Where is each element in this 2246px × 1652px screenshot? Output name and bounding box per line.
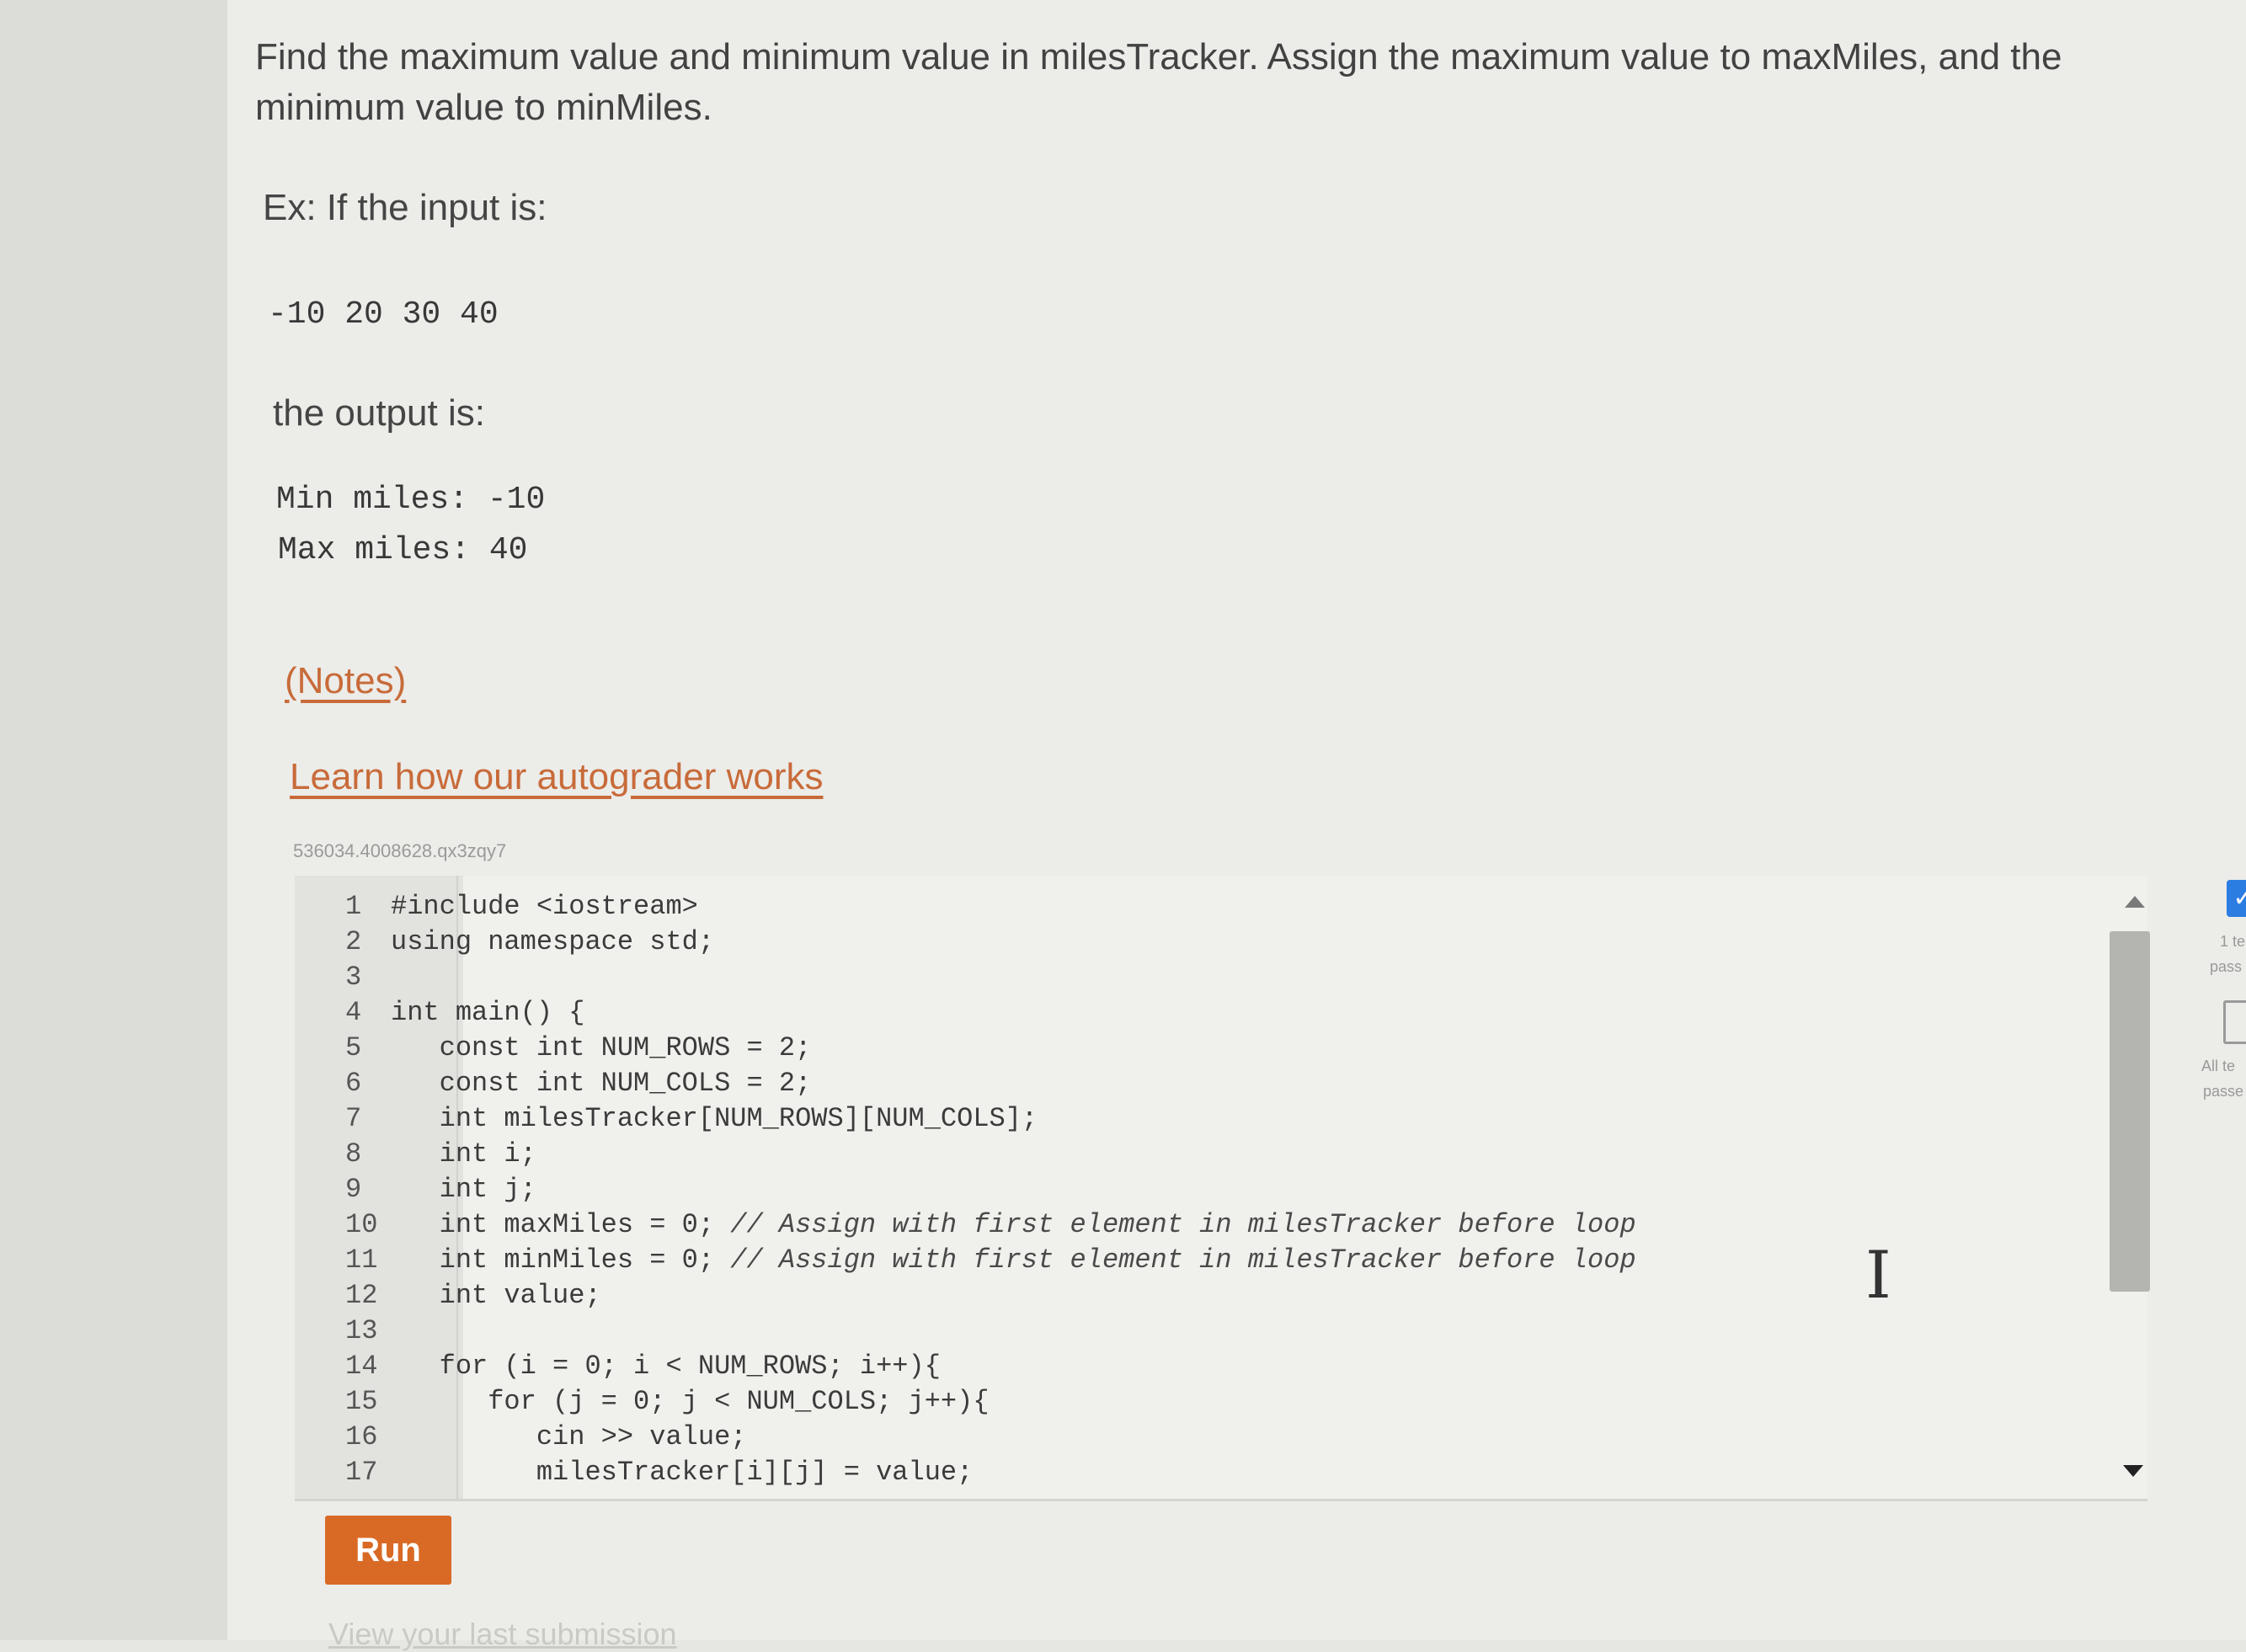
test-status-1b: pass — [2210, 958, 2243, 975]
line-number: 15 — [345, 1386, 378, 1417]
example-input-value: -10 20 30 40 — [268, 296, 499, 333]
autograder-link[interactable]: Learn how our autograder works — [290, 756, 823, 798]
prompt-text: Find the maximum value and minimum value… — [255, 36, 2062, 128]
line-code[interactable]: #include <iostream> — [391, 889, 698, 925]
checkbox-icon — [2223, 1000, 2246, 1044]
line-code[interactable]: int maxMiles = 0; — [391, 1209, 730, 1240]
line-code[interactable]: cin >> value; — [391, 1420, 747, 1455]
line-code[interactable]: int milesTracker[NUM_ROWS][NUM_COLS]; — [391, 1101, 1038, 1137]
line-code[interactable]: for (j = 0; j < NUM_COLS; j++){ — [391, 1384, 989, 1420]
line-number: 9 — [345, 1174, 362, 1205]
line-comment[interactable]: // Assign with first element in milesTra… — [730, 1244, 1635, 1276]
line-number: 16 — [345, 1421, 378, 1452]
example-output-label: the output is: — [273, 392, 485, 434]
line-code[interactable]: int i; — [391, 1137, 536, 1172]
line-code[interactable]: using namespace std; — [391, 925, 714, 960]
chevron-down-icon[interactable] — [2123, 1465, 2143, 1477]
line-code[interactable]: milesTracker[i][j] = value; — [391, 1455, 973, 1490]
line-code[interactable]: int j; — [391, 1172, 536, 1207]
check-icon: ✓ — [2227, 880, 2246, 917]
test-results-panel: ✓ 1 te pass All te passe — [2190, 867, 2246, 1120]
line-number: 5 — [345, 1032, 362, 1063]
last-submission-link[interactable]: View your last submission — [328, 1617, 677, 1652]
line-number: 3 — [345, 962, 362, 993]
line-number: 13 — [345, 1315, 378, 1346]
lab-id: 536034.4008628.qx3zqy7 — [293, 840, 507, 861]
line-number: 4 — [345, 997, 362, 1028]
line-number: 8 — [345, 1138, 362, 1170]
line-code[interactable]: const int NUM_ROWS = 2; — [391, 1031, 812, 1066]
example-input-label: Ex: If the input is: — [263, 187, 547, 228]
test-status-2a: All te — [2201, 1058, 2236, 1074]
text-cursor-icon: I — [1865, 1238, 1891, 1314]
line-code[interactable]: for (i = 0; i < NUM_ROWS; i++){ — [391, 1349, 941, 1384]
line-number: 17 — [345, 1457, 378, 1488]
line-code[interactable]: int minMiles = 0; — [391, 1244, 730, 1276]
example-output-line-2: Max miles: 40 — [278, 532, 528, 568]
chevron-up-icon[interactable] — [2125, 896, 2145, 908]
line-code[interactable]: int main() { — [391, 995, 584, 1031]
scrollbar-thumb[interactable] — [2110, 931, 2150, 1292]
line-comment[interactable]: // Assign with first element in milesTra… — [730, 1209, 1635, 1240]
example-output-line-1: Min miles: -10 — [276, 482, 546, 518]
code-editor[interactable]: 1 #include <iostream> 2 using namespace st… — [295, 876, 2147, 1501]
line-code[interactable]: int value; — [391, 1278, 601, 1314]
notes-link[interactable]: (Notes) — [285, 660, 406, 702]
line-number: 6 — [345, 1068, 362, 1099]
run-button[interactable]: Run — [325, 1516, 451, 1585]
test-status-1a: 1 te — [2220, 933, 2246, 950]
line-number: 14 — [345, 1351, 378, 1382]
test-status-2b: passe — [2203, 1083, 2244, 1100]
line-number: 11 — [345, 1244, 378, 1276]
line-number: 7 — [345, 1103, 362, 1134]
line-number: 12 — [345, 1280, 378, 1311]
line-number: 10 — [345, 1209, 378, 1240]
line-number: 2 — [345, 926, 362, 957]
line-number: 1 — [345, 891, 362, 922]
editor-scrollbar[interactable] — [2110, 876, 2153, 1499]
line-code[interactable]: const int NUM_COLS = 2; — [391, 1066, 812, 1101]
left-margin — [0, 0, 227, 1640]
